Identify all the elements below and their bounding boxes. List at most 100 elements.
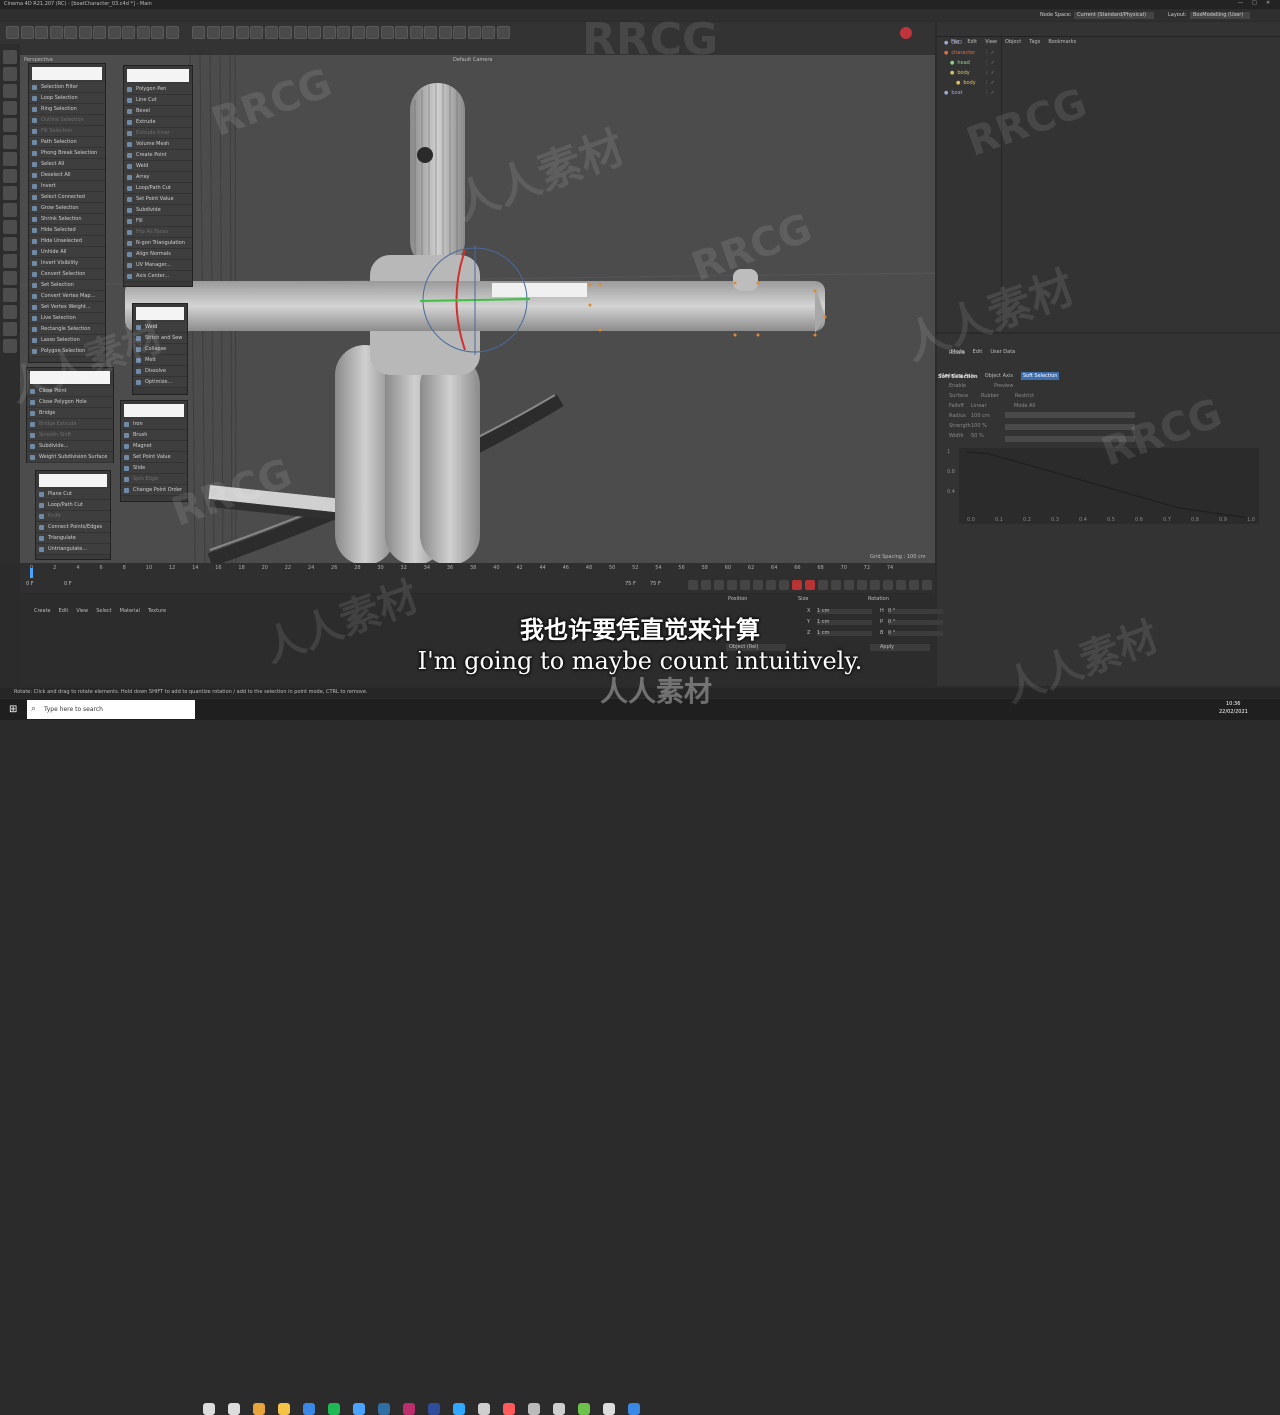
end-frame-field[interactable]: 75 F bbox=[625, 582, 636, 587]
menu-item-slide[interactable]: Slide bbox=[121, 463, 187, 474]
playback-button-icon[interactable] bbox=[753, 580, 763, 590]
object-row-old[interactable]: ● OLD ⋮ ✓ bbox=[944, 40, 995, 46]
toolbar-tool-icon[interactable] bbox=[35, 26, 48, 39]
toolbar-tool-icon[interactable] bbox=[351, 26, 365, 39]
taskbar-app-icon[interactable] bbox=[328, 1403, 340, 1415]
menu-item-lasso-selection[interactable]: Lasso Selection bbox=[29, 335, 105, 346]
menu-item-optimize[interactable]: Optimize... bbox=[133, 377, 187, 388]
taskbar-app-icon[interactable] bbox=[553, 1403, 565, 1415]
playback-button-icon[interactable] bbox=[909, 580, 919, 590]
taskbar-app-icon[interactable] bbox=[378, 1403, 390, 1415]
end-frame-field-2[interactable]: 75 F bbox=[650, 582, 661, 587]
left-tool-icon[interactable] bbox=[3, 67, 17, 81]
menu-item-bridge[interactable]: Bridge bbox=[27, 408, 113, 419]
object-row-body[interactable]: ● body ⋮ ✓ bbox=[950, 70, 995, 76]
toolbar-tool-icon[interactable] bbox=[264, 26, 278, 39]
playback-button-icon[interactable] bbox=[714, 580, 724, 590]
playback-button-icon[interactable] bbox=[792, 580, 802, 590]
attributes-tab-soft-selection[interactable]: Soft Selection bbox=[1020, 372, 1060, 380]
playback-button-icon[interactable] bbox=[870, 580, 880, 590]
left-tool-icon[interactable] bbox=[3, 288, 17, 302]
toolbar-tool-icon[interactable] bbox=[122, 26, 135, 39]
menu-item-outline-selection[interactable]: Outline Selection bbox=[29, 115, 105, 126]
toolbar-tool-icon[interactable] bbox=[409, 26, 423, 39]
layout-select[interactable]: BoxModelling (User) bbox=[1190, 12, 1250, 19]
toolbar-tool-icon[interactable] bbox=[93, 26, 106, 39]
toolbar-tool-icon[interactable] bbox=[206, 26, 220, 39]
menu-item-close-point[interactable]: Close Point bbox=[27, 386, 113, 397]
toolbar-tool-icon[interactable] bbox=[20, 26, 34, 39]
left-tool-icon[interactable] bbox=[3, 50, 17, 64]
menu-item-rectangle-selection[interactable]: Rectangle Selection bbox=[29, 324, 105, 335]
playback-button-icon[interactable] bbox=[701, 580, 711, 590]
toolbar-tool-icon[interactable] bbox=[380, 26, 394, 39]
menu-item-hide-unselected[interactable]: Hide Unselected bbox=[29, 236, 105, 247]
object-row-boat[interactable]: ● boat ⋮ ✓ bbox=[944, 90, 995, 96]
menu-item-deselect-all[interactable]: Deselect All bbox=[29, 170, 105, 181]
playback-button-icon[interactable] bbox=[740, 580, 750, 590]
menu-item-melt[interactable]: Melt bbox=[133, 355, 187, 366]
menu-item-weld[interactable]: Weld bbox=[124, 161, 192, 172]
taskbar-app-icon[interactable] bbox=[628, 1403, 640, 1415]
taskbar-app-icon[interactable] bbox=[528, 1403, 540, 1415]
attributes-menu-edit[interactable]: Edit bbox=[973, 349, 983, 355]
windows-start-icon[interactable]: ⊞ bbox=[9, 704, 20, 715]
menu-item-dissolve[interactable]: Dissolve bbox=[133, 366, 187, 377]
menu-item-magnet[interactable]: Magnet bbox=[121, 441, 187, 452]
toolbar-tool-icon[interactable] bbox=[107, 26, 121, 39]
toolbar-tool-icon[interactable] bbox=[151, 26, 164, 39]
left-tool-icon[interactable] bbox=[3, 84, 17, 98]
menu-item-flip-all-faces[interactable]: Flip All Faces bbox=[124, 227, 192, 238]
left-tool-icon[interactable] bbox=[3, 220, 17, 234]
render-status-icon[interactable] bbox=[900, 27, 912, 39]
visibility-dots[interactable]: ⋮ ✓ bbox=[984, 80, 995, 86]
taskbar-app-icon[interactable] bbox=[303, 1403, 315, 1415]
attributes-menu-user-data[interactable]: User Data bbox=[990, 349, 1015, 355]
menu-item-ring-selection[interactable]: Ring Selection bbox=[29, 104, 105, 115]
toolbar-tool-icon[interactable] bbox=[64, 26, 77, 39]
menu-item-volume-mesh[interactable]: Volume Mesh bbox=[124, 139, 192, 150]
menu-item-close-polygon-hole[interactable]: Close Polygon Hole bbox=[27, 397, 113, 408]
menu-item-align-normals[interactable]: Align Normals bbox=[124, 249, 192, 260]
menu-item-select-all[interactable]: Select All bbox=[29, 159, 105, 170]
visibility-dots[interactable]: ⋮ ✓ bbox=[984, 70, 995, 76]
left-tool-icon[interactable] bbox=[3, 135, 17, 149]
taskbar-app-icon[interactable] bbox=[353, 1403, 365, 1415]
playback-button-icon[interactable] bbox=[896, 580, 906, 590]
toolbar-tool-icon[interactable] bbox=[438, 26, 452, 39]
menu-item-collapse[interactable]: Collapse bbox=[133, 344, 187, 355]
menu-item-n-gon-triangulation[interactable]: N-gon Triangulation bbox=[124, 238, 192, 249]
menu-item-create-point[interactable]: Create Point bbox=[124, 150, 192, 161]
menu-item-selection-filter[interactable]: Selection Filter bbox=[29, 82, 105, 93]
left-tool-icon[interactable] bbox=[3, 152, 17, 166]
menu-item-polygon-selection[interactable]: Polygon Selection bbox=[29, 346, 105, 357]
menu-item-fill[interactable]: Fill bbox=[124, 216, 192, 227]
playback-button-icon[interactable] bbox=[844, 580, 854, 590]
left-tool-icon[interactable] bbox=[3, 101, 17, 115]
menu-item-plane-cut[interactable]: Plane Cut bbox=[36, 489, 110, 500]
close-icon[interactable]: ✕ bbox=[1266, 1, 1270, 6]
menu-item-hide-selected[interactable]: Hide Selected bbox=[29, 225, 105, 236]
left-tool-icon[interactable] bbox=[3, 203, 17, 217]
visibility-dots[interactable]: ⋮ ✓ bbox=[984, 50, 995, 56]
playback-button-icon[interactable] bbox=[805, 580, 815, 590]
taskbar-app-icon[interactable] bbox=[578, 1403, 590, 1415]
left-tool-icon[interactable] bbox=[3, 118, 17, 132]
menu-item-axis-center[interactable]: Axis Center... bbox=[124, 271, 192, 282]
menu-item-brush[interactable]: Brush bbox=[121, 430, 187, 441]
taskbar-app-icon[interactable] bbox=[428, 1403, 440, 1415]
node-space-select[interactable]: Current (Standard/Physical) bbox=[1074, 12, 1154, 19]
menu-item-weight-subdivision-surface[interactable]: Weight Subdivision Surface bbox=[27, 452, 113, 463]
playback-button-icon[interactable] bbox=[818, 580, 828, 590]
attribute-field-preview[interactable]: Preview bbox=[994, 384, 1013, 389]
toolbar-tool-icon[interactable] bbox=[293, 26, 307, 39]
visibility-dots[interactable]: ⋮ ✓ bbox=[984, 60, 995, 66]
menu-item-uv-manager[interactable]: UV Manager... bbox=[124, 260, 192, 271]
menu-item-set-vertex-weight[interactable]: Set Vertex Weight... bbox=[29, 302, 105, 313]
menu-item-unhide-all[interactable]: Unhide All bbox=[29, 247, 105, 258]
taskbar-app-icon[interactable] bbox=[253, 1403, 265, 1415]
playback-button-icon[interactable] bbox=[883, 580, 893, 590]
object-menu-tags[interactable]: Tags bbox=[1029, 39, 1040, 45]
taskbar-app-icon[interactable] bbox=[203, 1403, 215, 1415]
menu-item-spin-edge[interactable]: Spin Edge bbox=[121, 474, 187, 485]
